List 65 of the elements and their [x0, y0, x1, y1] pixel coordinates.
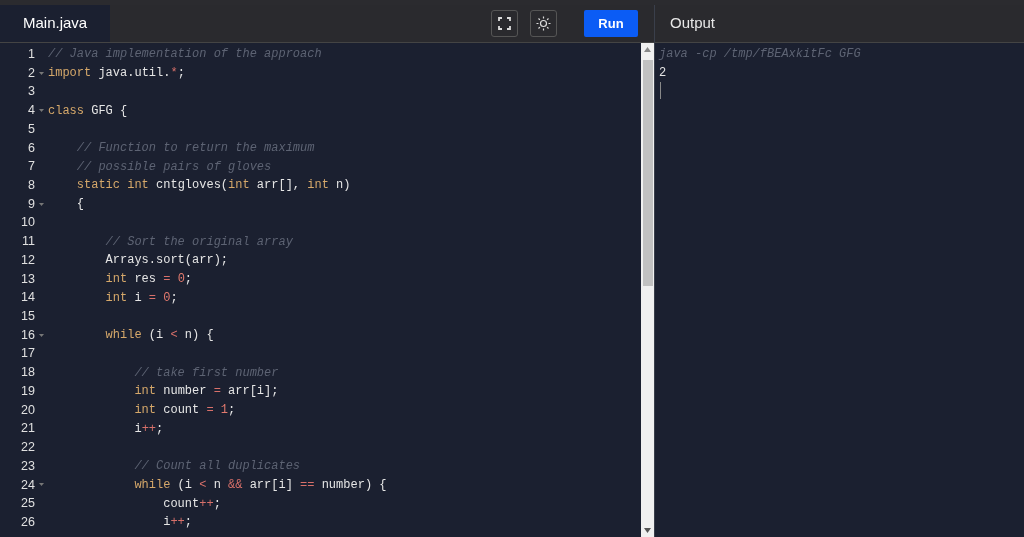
line-number: 19: [20, 382, 35, 400]
code-line: // possible pairs of gloves: [75, 158, 272, 176]
line-number: 23: [20, 457, 35, 475]
scrollbar[interactable]: [641, 43, 654, 537]
scroll-thumb[interactable]: [642, 60, 653, 286]
line-number: 20: [20, 401, 35, 419]
line-number: 10: [20, 214, 35, 232]
line-number: 9: [27, 195, 35, 213]
line-number: 22: [20, 439, 35, 457]
code-line: int i = 0;: [104, 289, 178, 307]
line-number: 6: [27, 139, 35, 157]
line-number: 26: [20, 513, 35, 531]
run-button[interactable]: Run: [584, 10, 638, 37]
code-line: int res = 0;: [104, 271, 193, 288]
scroll-up-icon[interactable]: [644, 47, 651, 52]
code-line: Arrays.sort(arr);: [104, 252, 229, 270]
line-number: 25: [20, 495, 35, 513]
code-line: while (i < n && arr[i] == number) {: [133, 476, 387, 494]
line-number: 7: [27, 158, 35, 176]
code-line: static int cntgloves(int arr[], int n): [75, 177, 351, 195]
code-line: class GFG {: [48, 102, 128, 120]
line-number: 3: [27, 83, 35, 101]
code-line: // take first number: [133, 364, 279, 382]
line-number: 21: [20, 420, 35, 438]
fullscreen-button[interactable]: [491, 10, 518, 37]
fold-caret-icon[interactable]: [39, 483, 44, 487]
file-tab[interactable]: Main.java: [0, 5, 111, 42]
line-number: 15: [20, 308, 35, 326]
code-line: // Java implementation of the approach: [48, 46, 322, 64]
code-line: while (i < n) {: [104, 327, 214, 345]
line-number: 1: [27, 46, 35, 63]
code-line: int number = arr[i];: [133, 383, 279, 401]
sun-icon: [536, 16, 551, 31]
line-number: 11: [21, 233, 35, 251]
code-line: {: [75, 196, 84, 214]
code-line: // Sort the original array: [104, 233, 293, 251]
line-number: 8: [27, 177, 35, 194]
code-line: i++;: [162, 514, 193, 532]
theme-button[interactable]: [530, 10, 557, 37]
command-line: java -cp /tmp/fBEAxkitFc GFG: [659, 46, 861, 63]
code-line: i++;: [133, 420, 164, 438]
scroll-down-icon[interactable]: [644, 528, 651, 533]
line-number: 16: [20, 326, 35, 344]
line-number: 13: [20, 270, 35, 288]
code-line: // Count all duplicates: [133, 458, 301, 476]
line-number: 17: [20, 345, 35, 363]
text-cursor: [660, 82, 661, 100]
panel-title: Output: [670, 13, 716, 34]
line-number: 12: [20, 251, 35, 269]
line-number: 14: [20, 289, 35, 307]
line-number: 2: [27, 64, 35, 82]
fullscreen-icon: [498, 17, 511, 30]
fold-caret-icon[interactable]: [39, 202, 44, 206]
line-number: 24: [20, 476, 35, 494]
code-line: // Function to return the maximum: [75, 139, 315, 157]
line-number: 18: [20, 364, 35, 382]
fold-caret-icon[interactable]: [39, 333, 44, 337]
code-line: int count = 1;: [133, 402, 236, 419]
line-number: 5: [27, 120, 35, 138]
code-line: count++;: [162, 495, 221, 513]
line-number: 4: [27, 102, 35, 120]
fold-caret-icon[interactable]: [39, 71, 44, 75]
code-line: import java.util.*;: [48, 65, 185, 83]
output-line: 2: [659, 64, 667, 82]
fold-caret-icon[interactable]: [39, 109, 44, 112]
